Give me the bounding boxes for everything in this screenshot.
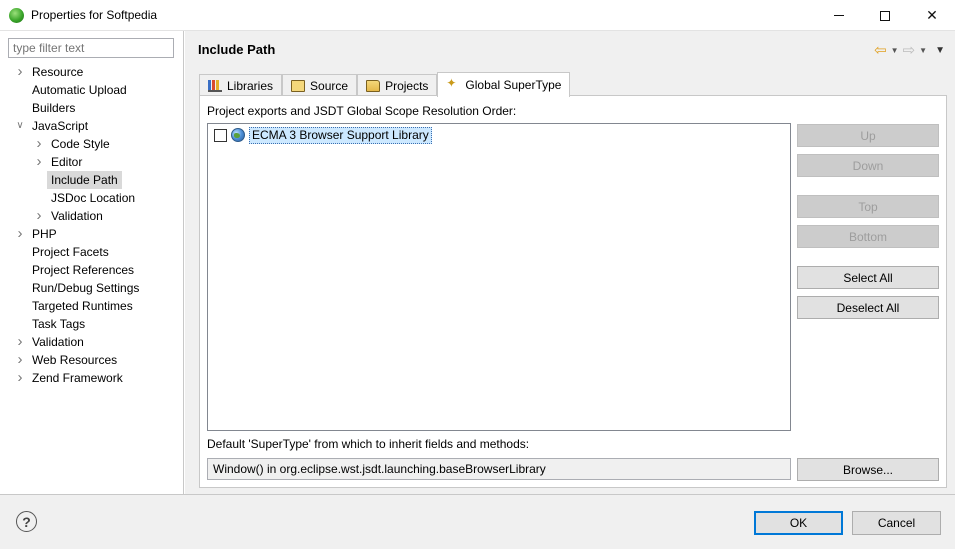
tree-item[interactable]: › Zend Framework	[0, 369, 184, 387]
minimize-button[interactable]	[816, 0, 862, 31]
back-arrow-icon[interactable]: ⇦	[874, 41, 887, 59]
close-icon: ✕	[926, 7, 938, 23]
page-title: Include Path	[198, 42, 276, 57]
chevron-down-icon[interactable]: ∨	[15, 117, 25, 135]
tree-item-label: Builders	[32, 101, 76, 115]
tree-item-label: Editor	[51, 155, 83, 169]
close-button[interactable]: ✕	[909, 0, 955, 31]
tab-label: Source	[310, 79, 349, 93]
tab-projects[interactable]: Projects	[357, 74, 438, 97]
window-title: Properties for Softpedia	[31, 8, 158, 22]
forward-dropdown-icon[interactable]: ▼	[919, 46, 927, 55]
tree-item[interactable]: › Web Resources	[0, 351, 184, 369]
tree-item[interactable]: Project Facets	[0, 243, 184, 261]
navigation-toolbar: ⇦ ▼ ⇨ ▼ ▼	[874, 41, 945, 59]
maximize-button[interactable]	[862, 0, 908, 31]
order-label: Project exports and JSDT Global Scope Re…	[207, 104, 517, 118]
tree-item[interactable]: Project References	[0, 261, 184, 279]
tree-item-label: Targeted Runtimes	[32, 299, 133, 313]
tree-item-label: PHP	[32, 227, 57, 241]
tree-item-label: Validation	[51, 209, 103, 223]
tree-item-label: Resource	[32, 65, 84, 79]
up-button[interactable]: Up	[797, 124, 939, 147]
tree-item-label: JavaScript	[32, 119, 89, 133]
tree-item-label: Web Resources	[32, 353, 118, 367]
tab-label: Global SuperType	[465, 78, 562, 92]
tree-item-label: JSDoc Location	[51, 191, 136, 205]
browse-button[interactable]: Browse...	[797, 458, 939, 481]
chevron-right-icon[interactable]: ›	[34, 153, 44, 171]
tree-item[interactable]: › Validation	[0, 333, 184, 351]
tree-item[interactable]: Targeted Runtimes	[0, 297, 184, 315]
back-dropdown-icon[interactable]: ▼	[891, 46, 899, 55]
bottom-button[interactable]: Bottom	[797, 225, 939, 248]
tree-item[interactable]: Task Tags	[0, 315, 184, 333]
top-button[interactable]: Top	[797, 195, 939, 218]
tab-source[interactable]: Source	[282, 74, 358, 97]
chevron-right-icon[interactable]: ›	[15, 369, 25, 387]
preferences-tree-pane: › Resource Automatic Upload Builders ∨ JavaSc…	[0, 31, 184, 494]
forward-arrow-icon[interactable]: ⇨	[903, 41, 916, 59]
tree-item[interactable]: Automatic Upload	[0, 81, 184, 99]
content-pane: Include Path ⇦ ▼ ⇨ ▼ ▼ Libraries Source …	[185, 31, 955, 494]
global-supertype-panel: Project exports and JSDT Global Scope Re…	[199, 95, 947, 488]
dialog-footer: ? OK Cancel	[0, 494, 955, 549]
tree-item[interactable]: › Validation	[0, 207, 184, 225]
maximize-icon	[880, 10, 890, 21]
tree-item[interactable]: Builders	[0, 99, 184, 117]
title-bar: Properties for Softpedia ✕	[0, 0, 955, 31]
ok-button[interactable]: OK	[754, 511, 843, 535]
select-all-button[interactable]: Select All	[797, 266, 939, 289]
down-button[interactable]: Down	[797, 154, 939, 177]
library-checkbox[interactable]	[214, 128, 227, 142]
globe-icon	[231, 128, 245, 142]
tree-item-label: Zend Framework	[32, 371, 123, 385]
tree-item[interactable]: › PHP	[0, 225, 184, 243]
tree-item[interactable]: Run/Debug Settings	[0, 279, 184, 297]
tree-item-label: Automatic Upload	[32, 83, 127, 97]
tree-item[interactable]: ∨ JavaScript	[0, 117, 184, 135]
global-supertype-icon	[446, 76, 460, 91]
chevron-right-icon[interactable]: ›	[15, 333, 25, 351]
tree-item-label: Run/Debug Settings	[32, 281, 140, 295]
tree-item[interactable]: JSDoc Location	[0, 189, 184, 207]
library-label: ECMA 3 Browser Support Library	[249, 126, 432, 144]
help-icon[interactable]: ?	[16, 511, 37, 532]
tree-item-label: Code Style	[51, 137, 110, 151]
cancel-button[interactable]: Cancel	[852, 511, 941, 535]
supertype-field: Window() in org.eclipse.wst.jsdt.launchi…	[207, 458, 791, 480]
libraries-icon	[208, 80, 222, 92]
view-menu-icon[interactable]: ▼	[935, 45, 945, 56]
tab-label: Libraries	[227, 79, 274, 93]
source-folder-icon	[291, 80, 306, 92]
chevron-right-icon[interactable]: ›	[15, 225, 25, 243]
chevron-right-icon[interactable]: ›	[34, 207, 44, 225]
library-list[interactable]: ECMA 3 Browser Support Library	[207, 123, 791, 431]
filter-input[interactable]	[8, 38, 174, 58]
tree-item[interactable]: › Resource	[0, 63, 184, 81]
eclipse-icon	[9, 8, 24, 23]
tree-item[interactable]: Include Path	[0, 171, 184, 189]
chevron-right-icon[interactable]: ›	[34, 135, 44, 153]
tab-bar: Libraries Source Projects Global SuperTy…	[199, 72, 571, 97]
tree-item-label: Project Facets	[32, 245, 109, 259]
minimize-icon	[834, 15, 844, 16]
chevron-right-icon[interactable]: ›	[15, 63, 25, 81]
list-item[interactable]: ECMA 3 Browser Support Library	[214, 126, 432, 144]
tree-item[interactable]: › Code Style	[0, 135, 184, 153]
supertype-label: Default 'SuperType' from which to inheri…	[207, 437, 530, 451]
tree-item[interactable]: › Editor	[0, 153, 184, 171]
deselect-all-button[interactable]: Deselect All	[797, 296, 939, 319]
projects-folder-icon	[366, 80, 381, 92]
tab-libraries[interactable]: Libraries	[199, 74, 283, 97]
tree-item-label: Task Tags	[32, 317, 86, 331]
tab-global-supertype[interactable]: Global SuperType	[437, 72, 571, 97]
tree-item-label: Project References	[32, 263, 135, 277]
chevron-right-icon[interactable]: ›	[15, 351, 25, 369]
tree-item-label: Validation	[32, 335, 84, 349]
tree-item-label: Include Path	[47, 171, 122, 189]
tab-label: Projects	[385, 79, 429, 93]
